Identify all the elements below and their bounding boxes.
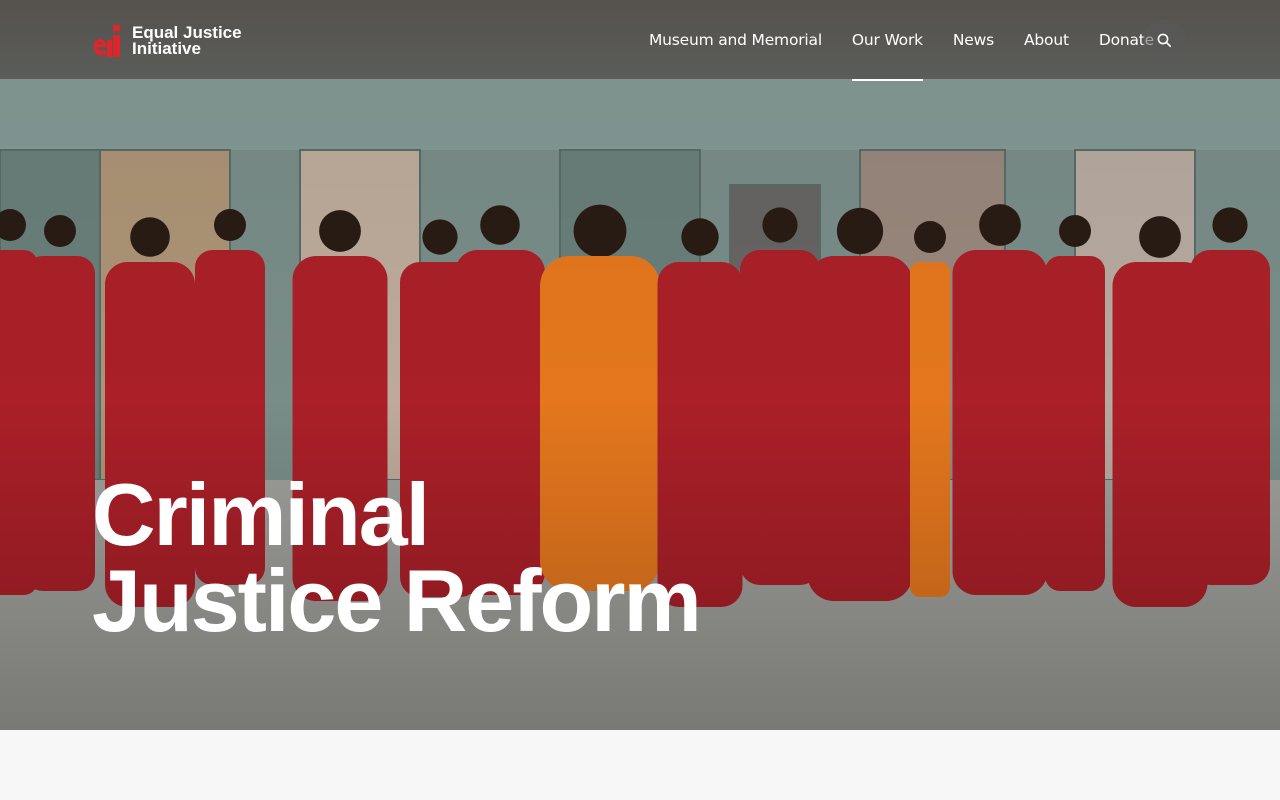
nav-item-our-work[interactable]: Our Work — [837, 0, 938, 81]
page-title: Criminal Justice Reform — [92, 465, 702, 650]
site-header: Equal Justice Initiative Museum and Memo… — [0, 0, 1280, 81]
nav-item-museum-memorial[interactable]: Museum and Memorial — [634, 0, 837, 80]
hero-section: Equal Justice Initiative Museum and Memo… — [0, 0, 1280, 730]
content-area — [0, 730, 1280, 800]
main-nav: Museum and Memorial Our Work News About … — [634, 0, 1169, 81]
site-logo[interactable]: Equal Justice Initiative — [92, 24, 242, 58]
page-title-line-1: Criminal — [92, 465, 430, 564]
page-title-line-2: Justice Reform — [92, 551, 702, 650]
logo-wordmark: Equal Justice Initiative — [132, 24, 242, 58]
nav-item-news[interactable]: News — [938, 0, 1009, 80]
search-button[interactable] — [1143, 19, 1186, 62]
nav-item-about[interactable]: About — [1009, 0, 1084, 80]
logo-line-2: Initiative — [132, 39, 201, 58]
search-icon — [1157, 33, 1172, 48]
eji-logo-icon — [94, 25, 120, 57]
